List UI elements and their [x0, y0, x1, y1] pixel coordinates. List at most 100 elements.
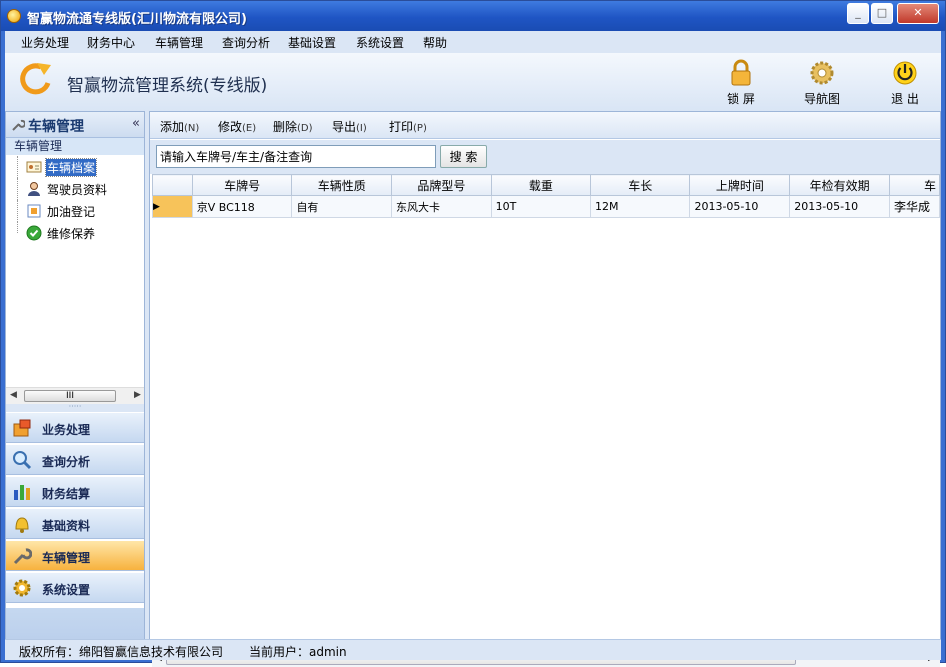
scroll-thumb[interactable]: III: [24, 390, 116, 402]
column-header[interactable]: 车牌号: [191, 174, 293, 196]
bell-icon: [15, 517, 29, 533]
driver-icon: [28, 182, 40, 196]
check-circle-icon: [26, 225, 42, 241]
main-panel: 添加(N) 修改(E) 删除(D) 导出(I) 打印(P) 搜 索: [149, 111, 941, 667]
nav-query-analysis[interactable]: 查询分析: [6, 444, 144, 475]
menu-basic-settings[interactable]: 基础设置: [288, 34, 336, 51]
tree-item-fuel-log[interactable]: 加油登记: [6, 200, 144, 222]
header-banner: 智赢物流管理系统(专线版) 锁 屏 导航图 退 出: [5, 53, 941, 111]
nav-system-settings[interactable]: 系统设置: [6, 572, 144, 603]
app-title: 智赢物流管理系统(专线版): [67, 76, 268, 96]
sidebar-header: 车辆管理 «: [6, 112, 144, 138]
tree-item-label: 车辆档案: [44, 158, 98, 177]
column-header[interactable]: 年检有效期: [789, 174, 890, 196]
nav-label: 基础资料: [42, 519, 91, 533]
wrench-icon: [12, 119, 25, 131]
print-button[interactable]: 打印(P): [389, 118, 427, 135]
export-button[interactable]: 导出(I): [332, 118, 367, 135]
minimize-button[interactable]: _: [847, 3, 869, 24]
menu-finance[interactable]: 财务中心: [87, 34, 135, 51]
power-icon: [893, 61, 917, 85]
column-header[interactable]: 车长: [590, 174, 691, 196]
title-bar[interactable]: 智赢物流通专线版(汇川物流有限公司) _ □ ✕: [1, 1, 945, 31]
nav-map-button[interactable]: 导航图: [797, 59, 847, 109]
tree-item-driver-info[interactable]: 驾驶员资料: [6, 178, 144, 200]
nav-label: 业务处理: [42, 423, 91, 437]
fuel-icon: [27, 204, 41, 218]
nav-label: 查询分析: [42, 455, 91, 469]
id-card-icon: [26, 161, 42, 173]
nav-label: 系统设置: [42, 583, 91, 597]
bar-chart-icon: [14, 485, 30, 500]
column-header[interactable]: 上牌时间: [689, 174, 791, 196]
menu-vehicle[interactable]: 车辆管理: [155, 34, 203, 51]
nav-finance[interactable]: 财务结算: [6, 476, 144, 507]
vehicle-table: 车牌号 车辆性质 品牌型号 载重 车长 上牌时间 年检有效期 车 ▶ 京V BC…: [152, 174, 940, 654]
maximize-button[interactable]: □: [871, 3, 893, 24]
column-header[interactable]: 品牌型号: [391, 174, 492, 196]
tree-item-label: 维修保养: [47, 227, 96, 241]
search-button[interactable]: 搜 索: [440, 145, 487, 168]
lock-label: 锁 屏: [727, 92, 755, 106]
column-header[interactable]: 车: [888, 174, 940, 196]
tree-group-header[interactable]: 车辆管理: [6, 138, 144, 155]
table-cell[interactable]: 10T: [490, 195, 592, 218]
collapse-sidebar-button[interactable]: «: [132, 116, 140, 131]
table-cell[interactable]: 2013-05-10: [789, 195, 890, 218]
app-icon: [7, 9, 21, 23]
table-cell[interactable]: 京V BC118: [191, 195, 293, 218]
edit-button[interactable]: 修改(E): [218, 118, 256, 135]
row-header-corner: [152, 174, 193, 196]
scroll-right-arrow[interactable]: ▶: [134, 390, 141, 400]
table-row[interactable]: ▶ 京V BC118 自有 东风大卡 10T 12M 2013-05-10 20…: [152, 195, 940, 218]
sidebar-splitter[interactable]: ·····: [6, 403, 144, 412]
gear-icon: [13, 579, 31, 597]
menu-system-settings[interactable]: 系统设置: [356, 34, 404, 51]
menu-bar: 业务处理 财务中心 车辆管理 查询分析 基础设置 系统设置 帮助: [5, 31, 941, 53]
nav-label: 财务结算: [42, 487, 91, 501]
nav-label: 车辆管理: [42, 551, 91, 565]
tree-item-maintenance[interactable]: 维修保养: [6, 222, 144, 244]
lock-icon: [731, 59, 751, 86]
search-row: 搜 索: [150, 140, 940, 174]
delete-button[interactable]: 删除(D): [273, 118, 313, 135]
sidebar: 车辆管理 « 车辆管理 车辆档案 驾驶员资料 加油登记 维修保养 ◀ III ▶…: [5, 111, 145, 660]
app-window: 智赢物流通专线版(汇川物流有限公司) _ □ ✕ 业务处理 财务中心 车辆管理 …: [0, 0, 946, 667]
scroll-left-arrow[interactable]: ◀: [10, 390, 17, 400]
add-button[interactable]: 添加(N): [160, 118, 199, 135]
logo-icon: [20, 63, 51, 95]
row-indicator-icon[interactable]: ▶: [152, 195, 193, 218]
table-header-row: 车牌号 车辆性质 品牌型号 载重 车长 上牌时间 年检有效期 车: [152, 174, 940, 196]
nav-business[interactable]: 业务处理: [6, 412, 144, 443]
menu-business[interactable]: 业务处理: [21, 34, 69, 51]
table-cell[interactable]: 李华成: [888, 195, 940, 218]
box-icon: [13, 419, 31, 437]
menu-query[interactable]: 查询分析: [222, 34, 270, 51]
column-header[interactable]: 车辆性质: [291, 174, 393, 196]
client-area: 业务处理 财务中心 车辆管理 查询分析 基础设置 系统设置 帮助 智赢物流管理系…: [5, 31, 941, 667]
exit-label: 退 出: [891, 92, 919, 106]
table-cell[interactable]: 自有: [291, 195, 393, 218]
exit-button[interactable]: 退 出: [880, 59, 930, 109]
gear-icon: [810, 61, 834, 85]
current-user-text: 当前用户：admin: [249, 645, 347, 659]
status-bar: 版权所有：绵阳智赢信息技术有限公司 当前用户：admin: [5, 639, 941, 660]
table-cell[interactable]: 东风大卡: [391, 195, 492, 218]
tree-item-vehicle-archive[interactable]: 车辆档案: [6, 156, 144, 178]
nav-vehicle-management[interactable]: 车辆管理: [6, 540, 144, 571]
table-cell[interactable]: 12M: [590, 195, 691, 218]
lock-screen-button[interactable]: 锁 屏: [716, 59, 766, 109]
window-title: 智赢物流通专线版(汇川物流有限公司): [27, 12, 247, 27]
column-header[interactable]: 载重: [490, 174, 592, 196]
wrench-icon: [13, 548, 32, 565]
nav-map-label: 导航图: [803, 92, 840, 106]
menu-help[interactable]: 帮助: [423, 34, 447, 51]
nav-basic-data[interactable]: 基础资料: [6, 508, 144, 539]
toolbar: 添加(N) 修改(E) 删除(D) 导出(I) 打印(P): [150, 112, 940, 139]
close-button[interactable]: ✕: [897, 3, 939, 24]
copyright-text: 版权所有：绵阳智赢信息技术有限公司: [19, 645, 224, 659]
search-input[interactable]: [156, 145, 436, 168]
table-cell[interactable]: 2013-05-10: [689, 195, 791, 218]
sidebar-title: 车辆管理: [28, 119, 84, 135]
tree-item-label: 加油登记: [47, 205, 96, 219]
